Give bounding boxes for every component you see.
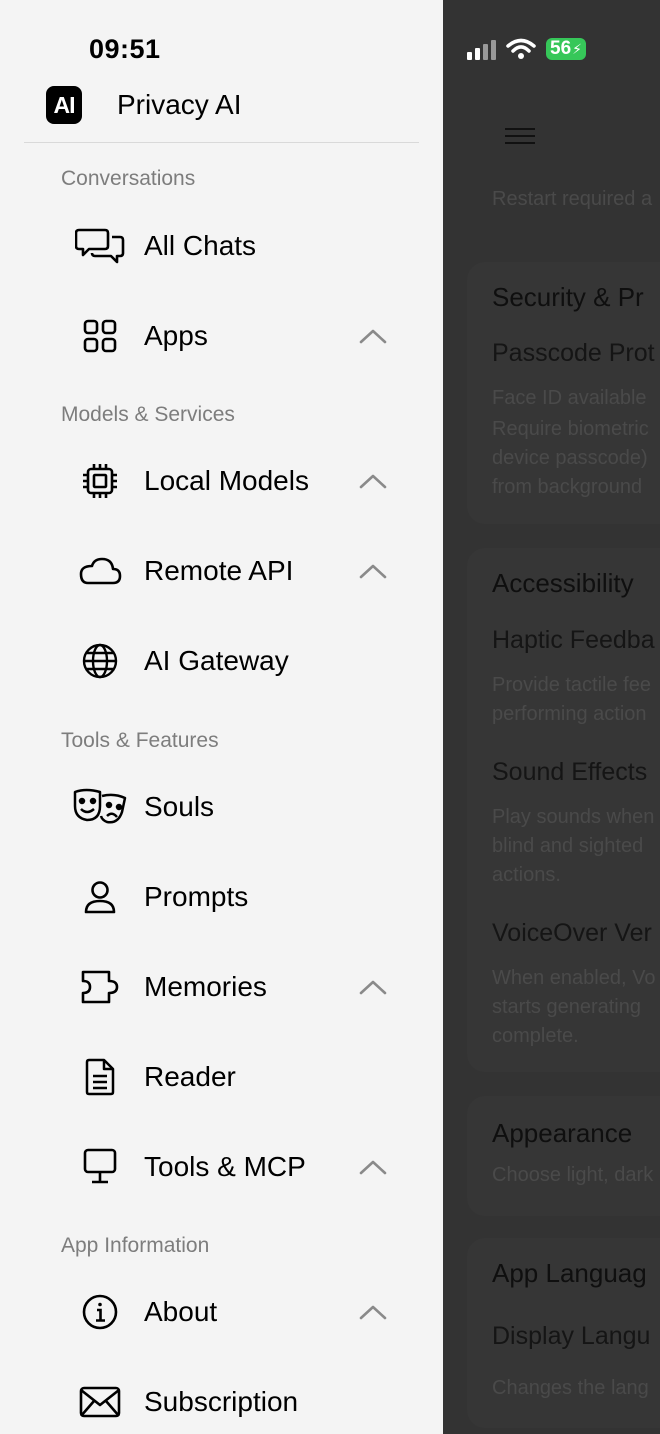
- nav-subscription-label: Subscription: [144, 1386, 299, 1417]
- chat-bubbles-icon: [60, 226, 140, 266]
- sound-desc-3: actions.: [492, 864, 561, 886]
- cloud-icon: [60, 556, 140, 586]
- restart-caption: Restart required a: [492, 188, 653, 210]
- header-divider: [24, 142, 419, 143]
- battery-level: 56: [550, 38, 572, 59]
- envelope-icon: [60, 1386, 140, 1418]
- passcode-desc-3: from background: [492, 476, 643, 498]
- nav-souls-label: Souls: [144, 791, 215, 822]
- section-models-services: Models & Services: [61, 403, 235, 426]
- voiceover-desc-3: complete.: [492, 1025, 579, 1047]
- grid-icon: [60, 319, 140, 353]
- section-tools-features: Tools & Features: [61, 729, 219, 752]
- nav-all-chats[interactable]: All Chats: [60, 210, 400, 282]
- voiceover-desc-1: When enabled, Vo: [492, 967, 656, 989]
- nav-souls[interactable]: Souls: [60, 771, 400, 843]
- voiceover-desc-2: starts generating: [492, 996, 641, 1018]
- display-language-setting[interactable]: Display Langu: [492, 1322, 650, 1351]
- desktop-computer-icon: [60, 1148, 140, 1186]
- chevron-up-icon[interactable]: [358, 978, 388, 996]
- battery-indicator: 56 ⚡: [546, 38, 586, 60]
- appearance-desc: Choose light, dark: [492, 1164, 654, 1186]
- nav-apps[interactable]: Apps: [60, 300, 400, 372]
- background-settings-page: 56 ⚡ Restart required a Security & Pr Pas…: [443, 0, 660, 1434]
- nav-about[interactable]: About: [60, 1276, 400, 1348]
- chevron-up-icon[interactable]: [358, 562, 388, 580]
- nav-all-chats-label: All Chats: [144, 230, 257, 261]
- sound-desc-1: Play sounds when: [492, 806, 655, 828]
- chevron-up-icon[interactable]: [358, 327, 388, 345]
- nav-local-models[interactable]: Local Models: [60, 445, 400, 517]
- app-header: AI Privacy AI: [46, 86, 241, 124]
- nav-remote-api-label: Remote API: [144, 555, 294, 586]
- passcode-setting[interactable]: Passcode Prot: [492, 339, 655, 368]
- status-icons: 56 ⚡: [467, 34, 586, 64]
- nav-local-models-label: Local Models: [144, 465, 309, 496]
- chevron-up-icon[interactable]: [358, 472, 388, 490]
- person-icon: [60, 880, 140, 914]
- wifi-icon: [506, 38, 536, 59]
- haptic-setting[interactable]: Haptic Feedba: [492, 626, 655, 655]
- theater-masks-icon: [60, 788, 140, 826]
- nav-tools-mcp[interactable]: Tools & MCP: [60, 1131, 400, 1203]
- security-section-title: Security & Pr: [492, 282, 644, 312]
- nav-reader[interactable]: Reader: [60, 1041, 400, 1113]
- appearance-section-title[interactable]: Appearance: [492, 1118, 632, 1149]
- nav-prompts[interactable]: Prompts: [60, 861, 400, 933]
- nav-tools-mcp-label: Tools & MCP: [144, 1151, 306, 1182]
- nav-subscription[interactable]: Subscription: [60, 1366, 400, 1434]
- section-app-information: App Information: [61, 1234, 210, 1257]
- nav-remote-api[interactable]: Remote API: [60, 535, 400, 607]
- nav-memories[interactable]: Memories: [60, 951, 400, 1023]
- nav-apps-label: Apps: [144, 320, 208, 351]
- haptic-desc-2: performing action: [492, 703, 647, 725]
- language-section-title: App Languag: [492, 1258, 647, 1288]
- menu-icon[interactable]: [505, 128, 535, 149]
- cellular-signal-icon: [467, 38, 496, 60]
- charging-icon: ⚡: [572, 40, 582, 57]
- sound-desc-2: blind and sighted: [492, 835, 644, 857]
- memory-puzzle-icon: [60, 969, 140, 1005]
- chevron-up-icon[interactable]: [358, 1158, 388, 1176]
- faceid-caption: Face ID available: [492, 387, 647, 409]
- status-time: 09:51: [89, 34, 161, 64]
- app-name: Privacy AI: [117, 89, 242, 120]
- nav-prompts-label: Prompts: [144, 881, 249, 912]
- nav-memories-label: Memories: [144, 971, 267, 1002]
- accessibility-section-title: Accessibility: [492, 568, 634, 598]
- appearance-card: [467, 1096, 660, 1216]
- voiceover-setting[interactable]: VoiceOver Ver: [492, 919, 652, 948]
- haptic-desc-1: Provide tactile fee: [492, 674, 651, 696]
- document-icon: [60, 1058, 140, 1096]
- navigation-drawer: 09:51 AI Privacy AI Conversations All Ch…: [0, 0, 443, 1434]
- nav-about-label: About: [144, 1296, 218, 1327]
- sound-setting[interactable]: Sound Effects: [492, 758, 647, 787]
- app-logo: AI: [46, 86, 82, 124]
- nav-reader-label: Reader: [144, 1061, 236, 1092]
- section-conversations: Conversations: [61, 167, 196, 190]
- cpu-chip-icon: [60, 462, 140, 500]
- info-circle-icon: [60, 1294, 140, 1330]
- globe-icon: [60, 643, 140, 679]
- passcode-desc-1: Require biometric: [492, 418, 649, 440]
- display-language-desc: Changes the lang: [492, 1377, 649, 1399]
- passcode-desc-2: device passcode): [492, 447, 648, 469]
- nav-ai-gateway[interactable]: AI Gateway: [60, 625, 400, 697]
- chevron-up-icon[interactable]: [358, 1303, 388, 1321]
- nav-ai-gateway-label: AI Gateway: [144, 645, 289, 676]
